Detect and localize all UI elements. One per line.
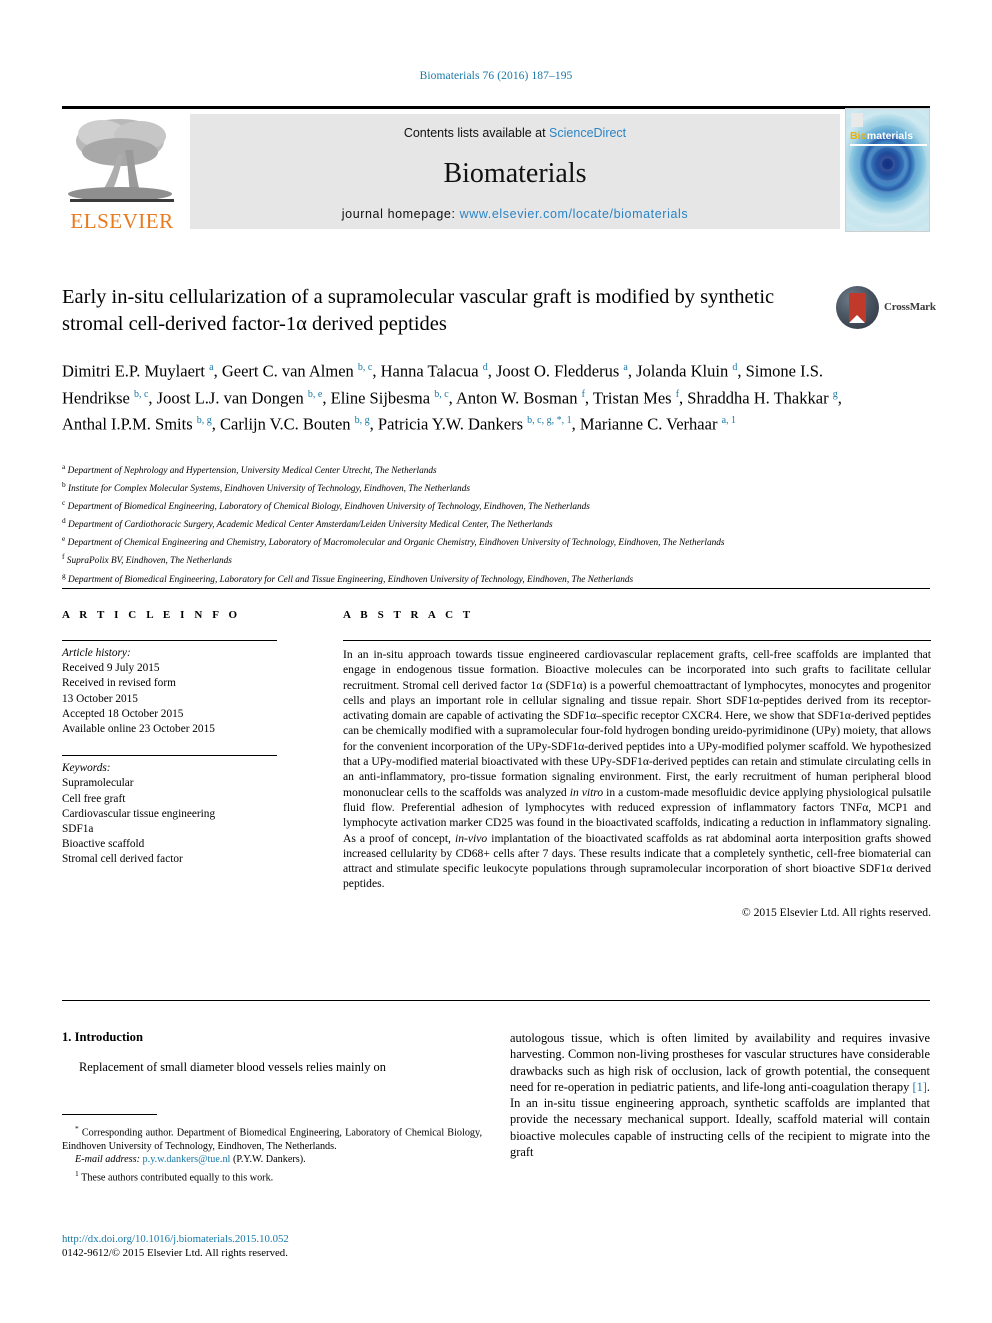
doi-block: http://dx.doi.org/10.1016/j.biomaterials… [62, 1232, 492, 1260]
affiliation-item: e Department of Chemical Engineering and… [62, 534, 725, 549]
keyword-item: Supramolecular [62, 777, 134, 790]
article-info-heading: A R T I C L E I N F O [62, 609, 241, 621]
keyword-item: Cardiovascular tissue engineering [62, 807, 216, 820]
email-address-owner: (P.Y.W. Dankers). [232, 1154, 306, 1166]
journal-homepage-line: journal homepage: www.elsevier.com/locat… [190, 207, 840, 221]
intro-paragraph-right: autologous tissue, which is often limite… [510, 1031, 930, 1160]
homepage-label: journal homepage: [341, 207, 460, 221]
affiliation-item: a Department of Nephrology and Hypertens… [62, 462, 437, 477]
journal-article-page: Biomaterials 76 (2016) 187–195 ELSEVIER [0, 0, 992, 1323]
crossmark-icon [836, 286, 879, 329]
rule-below-abstract [62, 1000, 930, 1001]
abstract-column: In an in-situ approach towards tissue en… [343, 640, 931, 920]
keywords-label: Keywords: [62, 762, 111, 775]
footnote-equal-contribution: 1 These authors contributed equally to t… [75, 1168, 274, 1183]
crossmark-label: CrossMark [884, 301, 936, 313]
email-address-link[interactable]: p.y.w.dankers@tue.nl [143, 1154, 231, 1165]
keyword-item: Stromal cell derived factor [62, 853, 183, 866]
affiliation-item: f SupraPolix BV, Eindhoven, The Netherla… [62, 552, 232, 567]
title-block: Early in-situ cellularization of a supra… [62, 284, 936, 338]
history-item: Received 9 July 2015 [62, 662, 160, 675]
cover-pattern [846, 109, 929, 231]
footnote-email: E-mail address: p.y.w.dankers@tue.nl (P.… [62, 1153, 482, 1166]
section-heading-introduction: 1. Introduction [62, 1030, 143, 1044]
journal-cover-thumbnail: Biomaterials ELSEVIER [845, 108, 930, 232]
journal-masthead: ELSEVIER Contents lists available at Sci… [62, 106, 930, 234]
crossmark-book-shape [849, 293, 866, 323]
homepage-url-link[interactable]: www.elsevier.com/locate/biomaterials [460, 207, 689, 221]
abstract-rule [343, 640, 931, 641]
cover-title: Biomaterials [850, 131, 927, 142]
abstract-heading: A B S T R A C T [343, 609, 474, 621]
contents-available-line: Contents lists available at ScienceDirec… [190, 126, 840, 140]
keyword-item: Bioactive scaffold [62, 838, 145, 851]
cover-footer-text: ELSEVIER [875, 222, 900, 227]
cover-title-underline [850, 144, 927, 146]
affiliation-item: g Department of Biomedical Engineering, … [62, 570, 634, 585]
elsevier-logo: ELSEVIER [62, 114, 182, 232]
journal-banner: Contents lists available at ScienceDirec… [190, 114, 840, 229]
info-rule-2 [62, 755, 277, 757]
article-info-column: Article history: Received 9 July 2015 Re… [62, 640, 302, 868]
rule-above-article-info [62, 588, 930, 589]
article-title: Early in-situ cellularization of a supra… [62, 286, 775, 335]
sciencedirect-link[interactable]: ScienceDirect [549, 126, 626, 140]
journal-title: Biomaterials [443, 158, 587, 189]
footnote-rule [62, 1114, 157, 1115]
keyword-item: SDF1a [62, 823, 94, 836]
history-item: Accepted 18 October 2015 [62, 707, 184, 720]
article-history-label: Article history: [62, 647, 131, 659]
affiliation-list: a Department of Nephrology and Hypertens… [62, 460, 852, 587]
author-list: Dimitri E.P. Muylaert a, Geert C. van Al… [62, 361, 842, 434]
affiliation-item: b Institute for Complex Molecular System… [62, 480, 470, 495]
body-left-column: 1. Introduction Replacement of small dia… [62, 1030, 482, 1075]
abstract-body: In an in-situ approach towards tissue en… [343, 648, 931, 891]
history-item: Received in revised form [62, 677, 176, 690]
doi-link[interactable]: http://dx.doi.org/10.1016/j.biomaterials… [62, 1232, 492, 1246]
elsevier-tree-icon [68, 119, 174, 202]
footnote-corresponding-author: * Corresponding author. Department of Bi… [62, 1124, 482, 1152]
crossmark-badge[interactable]: CrossMark [836, 286, 936, 330]
contents-prefix: Contents lists available at [403, 126, 550, 140]
masthead-top-rule [62, 106, 930, 109]
email-address-label: E-mail address: [75, 1154, 140, 1166]
cover-publisher-logo-icon [851, 113, 863, 127]
keyword-item: Cell free graft [62, 792, 126, 805]
history-item: Available online 23 October 2015 [62, 723, 215, 736]
elsevier-wordmark: ELSEVIER [70, 209, 174, 233]
history-item: 13 October 2015 [62, 692, 138, 705]
issn-copyright-line: 0142-9612/© 2015 Elsevier Ltd. All right… [62, 1247, 288, 1259]
affiliation-item: c Department of Biomedical Engineering, … [62, 498, 590, 513]
footnotes-block: * Corresponding author. Department of Bi… [62, 1122, 482, 1184]
body-right-column: autologous tissue, which is often limite… [510, 1030, 930, 1160]
affiliation-item: d Department of Cardiothoracic Surgery, … [62, 516, 553, 531]
cover-title-prefix: Bio [850, 130, 867, 142]
abstract-copyright: © 2015 Elsevier Ltd. All rights reserved… [741, 905, 931, 919]
cover-title-suffix: materials [866, 130, 914, 142]
intro-paragraph-left: Replacement of small diameter blood vess… [79, 1060, 386, 1074]
info-rule-1 [62, 640, 277, 641]
running-head: Biomaterials 76 (2016) 187–195 [419, 70, 573, 82]
